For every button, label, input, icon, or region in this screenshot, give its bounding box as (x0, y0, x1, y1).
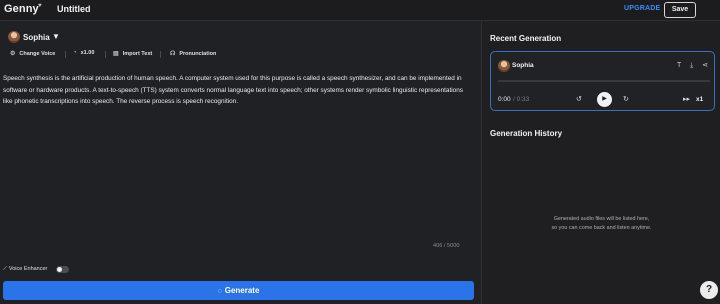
avatar (498, 60, 510, 72)
change-voice-button[interactable]: ⚙ Change Voice (10, 50, 55, 57)
text-icon[interactable]: T (677, 62, 681, 69)
generate-label: Generate (224, 286, 260, 295)
audio-player-card: Sophia T ⤓ ⋖ 0:00 / 0:33 ↺ ▶ ↻ ▸▸ x1 (490, 51, 715, 111)
change-voice-label: Change Voice (19, 51, 56, 57)
magic-wand-icon: ⟋ (3, 266, 7, 272)
download-icon[interactable]: ⤓ (690, 62, 693, 69)
upgrade-link[interactable]: UPGRADE (624, 5, 660, 12)
change-voice-icon: ⚙ (10, 51, 16, 57)
top-bar: Genny ♥ Untitled UPGRADE Save (0, 0, 720, 21)
avatar (8, 31, 20, 43)
share-icon[interactable]: ⋖ (702, 62, 708, 69)
voice-name: Sophia (23, 33, 50, 42)
toolbar-divider (160, 51, 161, 58)
history-empty-message: Generated audio files will be listed her… (482, 215, 720, 232)
audio-progress-bar[interactable] (498, 80, 710, 82)
forward-icon[interactable]: ↻ (623, 95, 629, 103)
character-count: 406 / 5000 (433, 243, 460, 249)
playback-speed[interactable]: x1 (696, 96, 703, 103)
toolbar-divider (65, 51, 66, 58)
brand-logo[interactable]: Genny (4, 3, 39, 15)
pronunciation-button[interactable]: ☊ Pronunciation (170, 50, 216, 57)
right-panel: Recent Generation Sophia T ⤓ ⋖ 0:00 / 0:… (481, 21, 720, 304)
history-empty-line-2: so you can come back and listen anytime. (551, 224, 652, 231)
import-text-button[interactable]: ▤ Import Text (113, 50, 152, 57)
text-editor[interactable]: Speech synthesis is the artificial produ… (3, 73, 469, 108)
generation-history-title: Generation History (490, 129, 563, 138)
caret-down-icon: ▼ (52, 32, 60, 41)
voice-enhancer-label: ⟋ Voice Enhancer (3, 266, 47, 273)
generate-button[interactable]: ◌ Generate (3, 281, 474, 300)
generate-icon: ◌ (217, 288, 222, 295)
toggle-knob (57, 267, 62, 272)
toolbar-divider (105, 51, 106, 58)
speed-button[interactable]: ◔ x1.00 (73, 50, 94, 56)
recent-generation-title: Recent Generation (490, 34, 562, 43)
document-title[interactable]: Untitled (57, 4, 91, 14)
save-button[interactable]: Save (664, 2, 696, 18)
speed-icon: ◔ (73, 50, 77, 56)
help-button[interactable]: ? (700, 281, 718, 299)
heart-icon: ♥ (38, 3, 42, 9)
total-time: / 0:33 (513, 96, 530, 103)
pronunciation-icon: ☊ (170, 51, 176, 57)
voice-enhancer-text: Voice Enhancer (8, 266, 48, 272)
import-text-label: Import Text (122, 51, 153, 57)
pronunciation-label: Pronunciation (179, 51, 217, 57)
import-icon: ▤ (113, 51, 119, 57)
rewind-icon[interactable]: ↺ (576, 95, 582, 103)
player-voice-name: Sophia (512, 62, 534, 69)
history-empty-line-1: Generated audio files will be listed her… (553, 216, 650, 222)
play-button[interactable]: ▶ (597, 92, 612, 107)
voice-enhancer-toggle[interactable] (56, 266, 69, 273)
play-icon: ▶ (602, 96, 607, 102)
speed-label: x1.00 (80, 50, 95, 56)
current-time: 0:00 (498, 96, 511, 103)
card-actions: T ⤓ ⋖ (670, 61, 708, 70)
fast-forward-icon[interactable]: ▸▸ (683, 95, 690, 103)
